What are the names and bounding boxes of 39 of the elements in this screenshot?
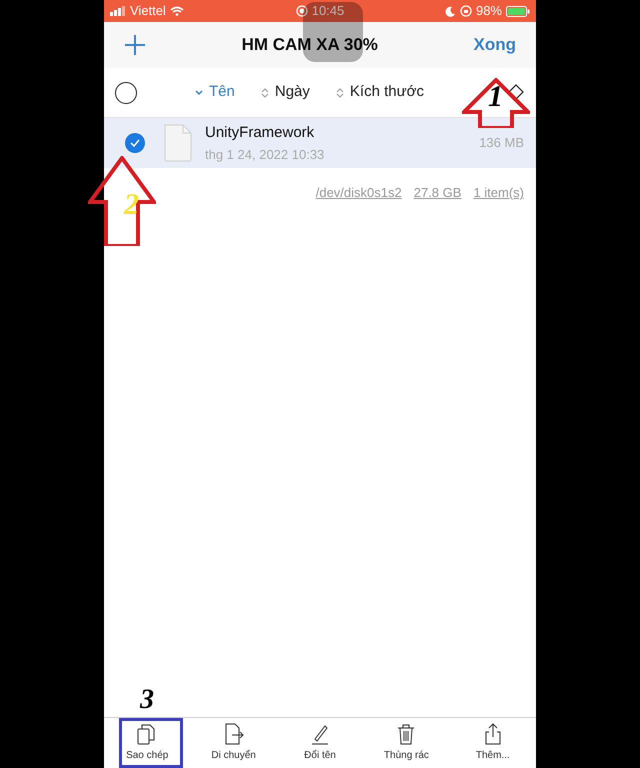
toolbar-button[interactable]: Đổi tên: [276, 723, 364, 763]
file-size: 136 MB: [479, 134, 524, 152]
file-date: thg 1 24, 2022 10:33: [205, 146, 326, 164]
up-arrow-icon: [462, 78, 530, 128]
wifi-icon: [170, 6, 184, 16]
file-row[interactable]: UnityFramework thg 1 24, 2022 10:33 136 MB: [104, 118, 536, 168]
record-icon: [296, 5, 308, 17]
tag-icon[interactable]: [508, 84, 524, 100]
sort-arrows-icon: [336, 88, 344, 98]
checkmark-icon: [130, 139, 140, 147]
file-name: UnityFramework: [205, 123, 316, 143]
step-number: 2: [124, 190, 139, 220]
step-number: 3: [140, 686, 154, 714]
toolbar-button[interactable]: Thùng rác: [363, 723, 450, 763]
carrier-name: Viettel: [130, 2, 166, 20]
toolbar-button[interactable]: Thêm...: [450, 723, 536, 763]
document-icon: [163, 124, 193, 162]
folder-title: HM CAM XA 30%: [240, 34, 379, 56]
file-checkbox[interactable]: [125, 133, 145, 153]
moon-icon: [444, 6, 456, 16]
toolbar-button[interactable]: Sao chép: [104, 723, 190, 763]
signal-icon: [110, 6, 126, 16]
chevron-down-icon: [195, 88, 203, 98]
select-all-checkbox[interactable]: [115, 82, 137, 104]
highlight-frame: [119, 718, 183, 768]
sort-option[interactable]: Tên: [195, 81, 235, 104]
step-number: 1: [488, 82, 503, 112]
clock-time: 10:45: [312, 2, 344, 20]
battery-icon: [506, 6, 530, 16]
document-arrow-icon: [222, 723, 245, 745]
sort-option[interactable]: Kích thước: [336, 81, 424, 104]
battery-percent: 98%: [476, 2, 502, 20]
lock-rotation-icon: [460, 5, 472, 17]
toolbar-button[interactable]: Di chuyển: [190, 723, 277, 763]
done-button[interactable]: Xong: [474, 32, 516, 58]
up-arrow-icon: [88, 156, 156, 246]
sort-option[interactable]: Ngày: [260, 81, 310, 104]
sort-arrows-icon: [260, 88, 269, 98]
add-icon[interactable]: [124, 34, 146, 56]
